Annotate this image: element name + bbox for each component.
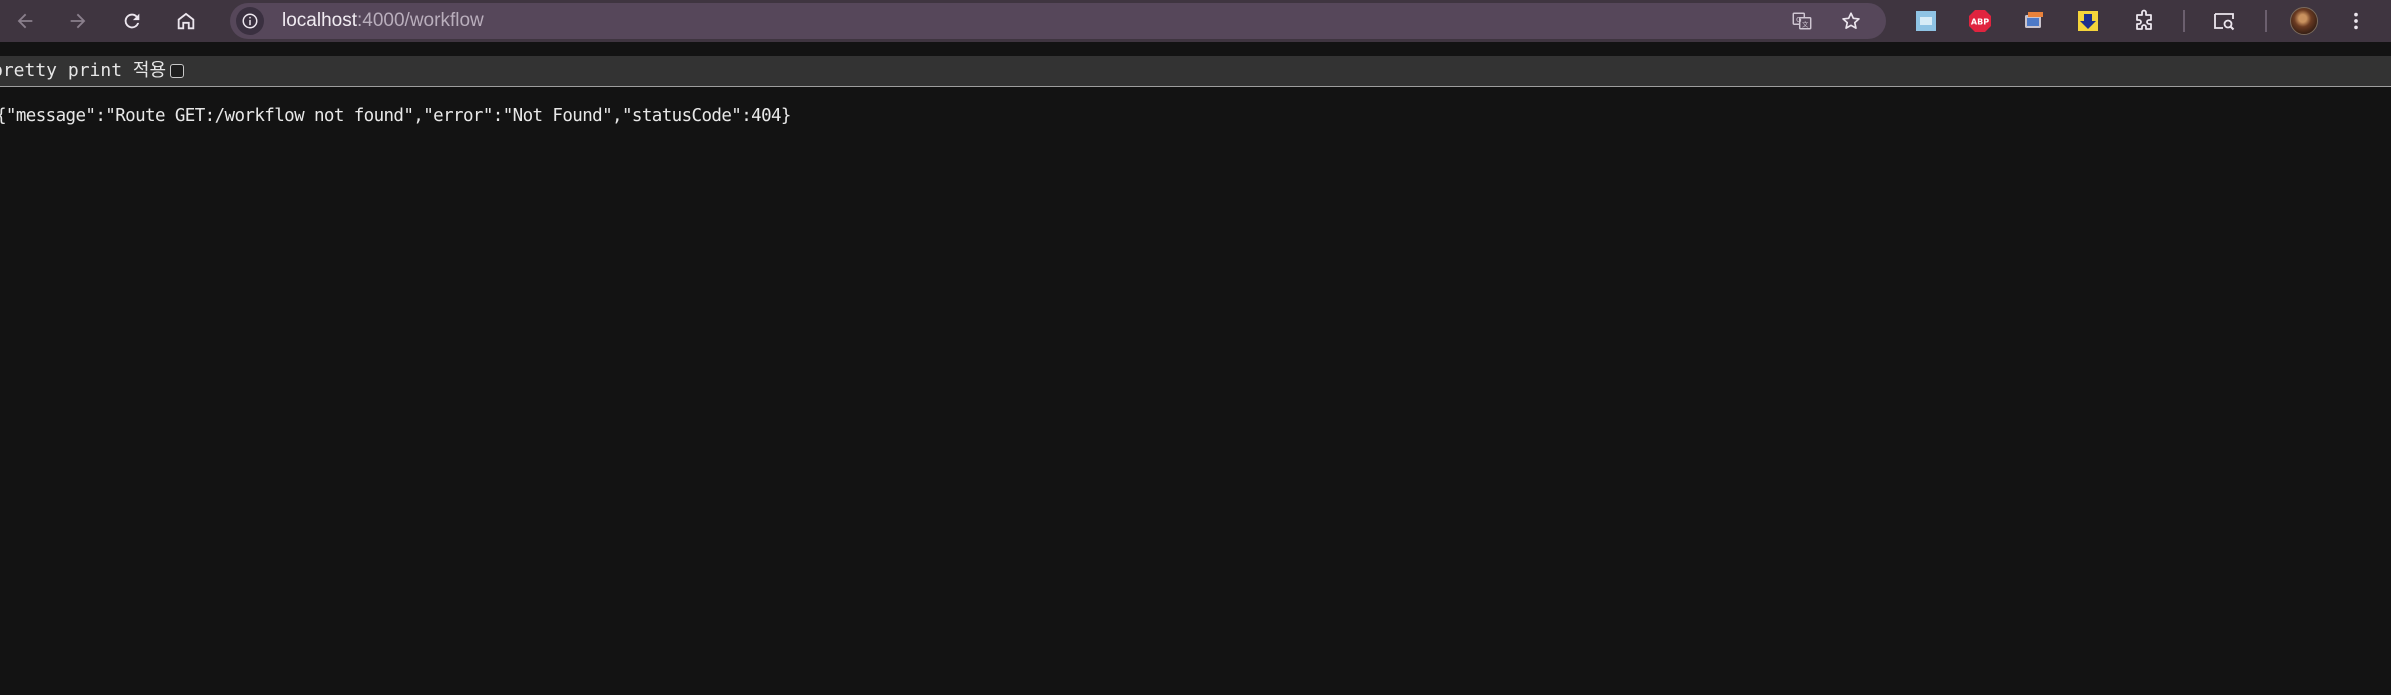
translate-button[interactable]: G文	[1788, 7, 1816, 35]
address-bar[interactable]: localhost:4000/workflow G文	[230, 3, 1886, 39]
back-button[interactable]	[9, 5, 41, 37]
tab-search-button[interactable]	[2210, 7, 2238, 35]
bookmark-button[interactable]	[1837, 7, 1865, 35]
extensions-puzzle-icon	[2136, 9, 2152, 30]
url-text[interactable]: localhost:4000/workflow	[282, 3, 484, 39]
bookmark-star-icon	[1842, 12, 1860, 29]
home-icon	[177, 12, 195, 30]
site-info-button[interactable]	[236, 7, 264, 35]
pretty-print-checkbox[interactable]	[170, 64, 184, 78]
json-viewer-toolbar: pretty print 적용	[0, 56, 2391, 87]
site-info-icon	[242, 13, 258, 29]
zoom-extension-icon	[1916, 11, 1936, 31]
adblock-label: ABP	[1971, 18, 1989, 27]
download-extension-button[interactable]	[2074, 7, 2102, 35]
toolbar-separator	[2265, 10, 2267, 32]
url-path: :4000/workflow	[357, 10, 484, 31]
toolbar-separator	[2183, 10, 2185, 32]
download-extension-icon	[2078, 11, 2098, 31]
extensions-button[interactable]	[2130, 7, 2158, 35]
back-arrow-icon	[17, 13, 33, 29]
adblock-plus-icon: ABP	[1969, 10, 1991, 32]
svg-text:G: G	[1796, 15, 1802, 24]
translate-icon: G文	[1792, 12, 1812, 30]
profile-avatar[interactable]	[2290, 7, 2318, 35]
adblock-plus-button[interactable]: ABP	[1966, 7, 1994, 35]
svg-text:文: 文	[1802, 20, 1809, 29]
screen-capture-icon	[2025, 12, 2043, 28]
url-host: localhost	[282, 10, 357, 31]
reload-icon	[124, 13, 140, 29]
browser-menu-button[interactable]	[2342, 7, 2370, 35]
pretty-print-label[interactable]: pretty print 적용	[0, 56, 166, 86]
forward-arrow-icon	[70, 13, 86, 29]
forward-button[interactable]	[62, 5, 94, 37]
kebab-menu-icon	[2354, 12, 2358, 30]
reload-button[interactable]	[116, 5, 148, 37]
home-button[interactable]	[170, 5, 202, 37]
screen-capture-button[interactable]	[2020, 7, 2048, 35]
zoom-extension-button[interactable]	[1912, 7, 1940, 35]
json-response-text: {"message":"Route GET:/workflow not foun…	[0, 106, 791, 126]
browser-toolbar: localhost:4000/workflow G文 ABP	[0, 0, 2391, 42]
tab-search-icon	[2214, 13, 2235, 31]
